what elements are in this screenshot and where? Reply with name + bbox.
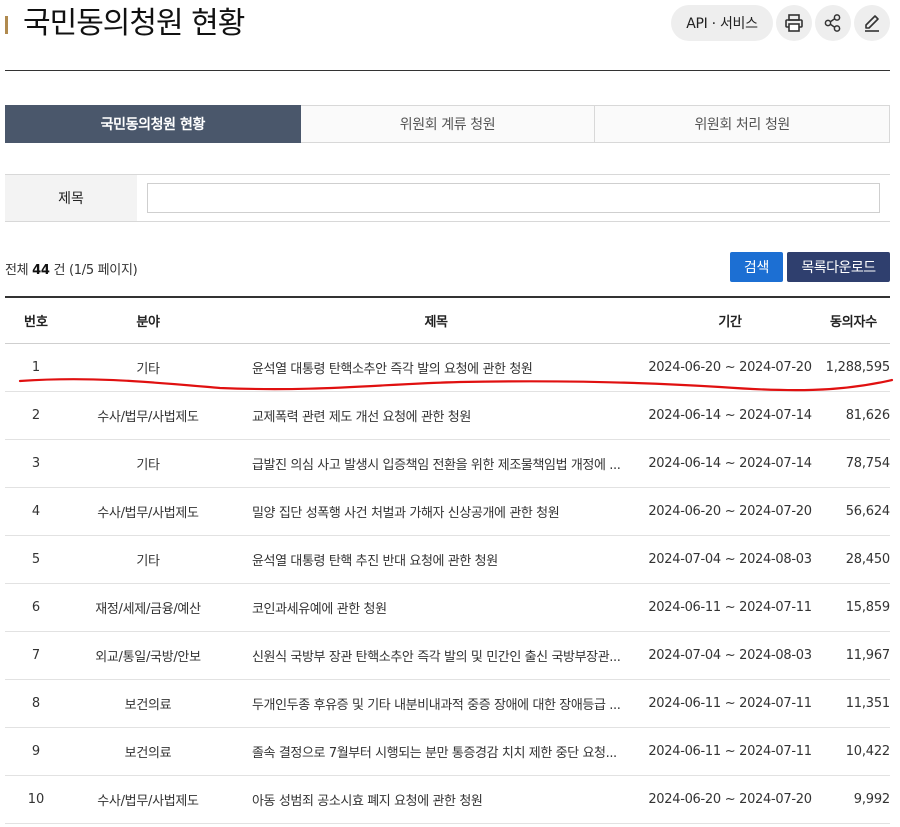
- row-period: 2024-06-20 ~ 2024-07-20: [648, 792, 812, 807]
- row-category: 기타: [136, 458, 160, 473]
- row-number: 1: [31, 360, 41, 375]
- row-category: 수사/법무/사법제도: [97, 506, 199, 521]
- table-row[interactable]: 8 보건의료 두개인두종 후유증 및 기타 내분비내과적 중증 장애에 대한 장애등…: [5, 680, 890, 728]
- summary-suffix: 건 (1/5 페이지): [53, 263, 138, 278]
- row-category: 기타: [136, 362, 160, 377]
- petition-table: 번호 분야 제목 기간 동의자수 1 기타 윤석열 대통령 탄핵소추안 즉각 발의 …: [5, 296, 890, 824]
- row-title[interactable]: 윤석열 대통령 탄핵소추안 즉각 발의 요청에 관한 청원: [229, 358, 643, 377]
- row-number: 8: [31, 696, 41, 711]
- row-number: 3: [31, 456, 41, 471]
- row-period: 2024-07-04 ~ 2024-08-03: [648, 552, 812, 567]
- row-agree-count: 78,754: [845, 456, 890, 471]
- edit-icon: [865, 15, 879, 32]
- row-agree-count: 1,288,595: [825, 360, 891, 375]
- row-category: 보건의료: [124, 698, 172, 713]
- table-header: 번호 분야 제목 기간 동의자수: [5, 298, 890, 344]
- page-header: 국민동의청원 현황 API · 서비스: [0, 0, 900, 72]
- row-category: 수사/법무/사법제도: [97, 794, 199, 809]
- row-agree-count: 81,626: [845, 408, 890, 423]
- share-button[interactable]: [815, 5, 851, 41]
- row-number: 6: [31, 600, 41, 615]
- table-row[interactable]: 1 기타 윤석열 대통령 탄핵소추안 즉각 발의 요청에 관한 청원 2024-06-…: [5, 344, 890, 392]
- title-accent-bar: [5, 16, 8, 34]
- search-button[interactable]: 검색: [730, 252, 783, 282]
- col-header-agree-count: 동의자수: [829, 315, 878, 330]
- row-category: 보건의료: [124, 746, 172, 761]
- row-number: 7: [31, 648, 41, 663]
- table-row[interactable]: 6 재정/세제/금융/예산 코인과세유예에 관한 청원 2024-06-11 ~ 20…: [5, 584, 890, 632]
- row-agree-count: 11,967: [845, 648, 890, 663]
- row-period: 2024-06-11 ~ 2024-07-11: [648, 744, 812, 759]
- row-agree-count: 9,992: [853, 792, 890, 807]
- table-row[interactable]: 3 기타 급발진 의심 사고 발생시 입증책임 전환을 위한 제조물책임법 개정에 …: [5, 440, 890, 488]
- row-title[interactable]: 졸속 결정으로 7월부터 시행되는 분만 통증경감 치치 제한 중단 요청...: [229, 742, 643, 761]
- row-title[interactable]: 급발진 의심 사고 발생시 입증책임 전환을 위한 제조물책임법 개정에 ...: [229, 454, 643, 473]
- row-number: 5: [31, 552, 41, 567]
- row-category: 수사/법무/사법제도: [97, 410, 199, 425]
- row-period: 2024-06-11 ~ 2024-07-11: [648, 600, 812, 615]
- print-icon: [785, 14, 803, 32]
- total-count: 44: [32, 263, 50, 278]
- tab-committee-processed[interactable]: 위원회 처리 청원: [595, 105, 891, 143]
- row-agree-count: 10,422: [845, 744, 890, 759]
- table-row[interactable]: 4 수사/법무/사법제도 밀양 집단 성폭행 사건 처벌과 가해자 신상공개에 관한…: [5, 488, 890, 536]
- title-search-input[interactable]: [147, 183, 880, 213]
- table-row[interactable]: 7 외교/통일/국방/안보 신원식 국방부 장관 탄핵소추안 즉각 발의 및 민간인…: [5, 632, 890, 680]
- header-divider: [5, 70, 890, 71]
- row-period: 2024-07-04 ~ 2024-08-03: [648, 648, 812, 663]
- row-period: 2024-06-20 ~ 2024-07-20: [648, 504, 812, 519]
- table-row[interactable]: 9 보건의료 졸속 결정으로 7월부터 시행되는 분만 통증경감 치치 제한 중단 …: [5, 728, 890, 776]
- download-list-button[interactable]: 목록다운로드: [787, 252, 890, 282]
- result-summary: 전체 44 건 (1/5 페이지): [5, 259, 138, 278]
- summary-prefix: 전체: [5, 263, 29, 278]
- col-header-period: 기간: [718, 315, 742, 330]
- row-title[interactable]: 밀양 집단 성폭행 사건 처벌과 가해자 신상공개에 관한 청원: [229, 502, 643, 521]
- share-icon: [824, 14, 841, 32]
- col-header-number: 번호: [24, 315, 48, 330]
- petition-tabs: 국민동의청원 현황 위원회 계류 청원 위원회 처리 청원: [5, 105, 891, 143]
- row-title[interactable]: 신원식 국방부 장관 탄핵소추안 즉각 발의 및 민간인 출신 국방부장관...: [229, 646, 643, 665]
- row-number: 9: [31, 744, 41, 759]
- row-category: 재정/세제/금융/예산: [95, 602, 201, 617]
- search-label: 제목: [5, 175, 137, 221]
- row-number: 4: [31, 504, 41, 519]
- row-agree-count: 56,624: [845, 504, 890, 519]
- row-agree-count: 11,351: [845, 696, 890, 711]
- tab-committee-pending[interactable]: 위원회 계류 청원: [300, 105, 596, 143]
- row-title[interactable]: 두개인두종 후유증 및 기타 내분비내과적 중증 장애에 대한 장애등급 ...: [229, 694, 643, 713]
- row-agree-count: 15,859: [845, 600, 890, 615]
- api-service-button[interactable]: API · 서비스: [671, 5, 773, 41]
- table-row[interactable]: 10 수사/법무/사법제도 아동 성범죄 공소시효 폐지 요청에 관한 청원 2024…: [5, 776, 890, 824]
- row-number: 10: [27, 792, 45, 807]
- search-row: 제목: [5, 174, 890, 222]
- col-header-title: 제목: [424, 315, 448, 330]
- table-row[interactable]: 2 수사/법무/사법제도 교제폭력 관련 제도 개선 요청에 관한 청원 2024-0…: [5, 392, 890, 440]
- col-header-category: 분야: [136, 315, 160, 330]
- row-title[interactable]: 교제폭력 관련 제도 개선 요청에 관한 청원: [229, 406, 643, 425]
- row-category: 기타: [136, 554, 160, 569]
- row-agree-count: 28,450: [845, 552, 890, 567]
- print-button[interactable]: [776, 5, 812, 41]
- table-row[interactable]: 5 기타 윤석열 대통령 탄핵 추진 반대 요청에 관한 청원 2024-07-04 …: [5, 536, 890, 584]
- row-period: 2024-06-11 ~ 2024-07-11: [648, 696, 812, 711]
- row-period: 2024-06-14 ~ 2024-07-14: [648, 408, 812, 423]
- row-title[interactable]: 코인과세유예에 관한 청원: [229, 598, 643, 617]
- row-title[interactable]: 아동 성범죄 공소시효 폐지 요청에 관한 청원: [229, 790, 643, 809]
- row-category: 외교/통일/국방/안보: [95, 650, 201, 665]
- row-period: 2024-06-14 ~ 2024-07-14: [648, 456, 812, 471]
- row-period: 2024-06-20 ~ 2024-07-20: [648, 360, 812, 375]
- page-title: 국민동의청원 현황: [23, 6, 245, 41]
- row-number: 2: [31, 408, 41, 423]
- tab-national-petition-status[interactable]: 국민동의청원 현황: [5, 105, 301, 143]
- row-title[interactable]: 윤석열 대통령 탄핵 추진 반대 요청에 관한 청원: [229, 550, 643, 569]
- edit-button[interactable]: [854, 5, 890, 41]
